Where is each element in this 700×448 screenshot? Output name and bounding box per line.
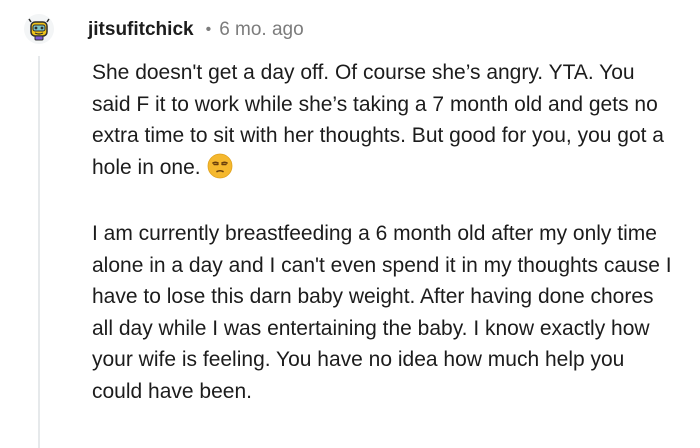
user-avatar[interactable]	[24, 14, 54, 44]
thread-collapse-line[interactable]	[38, 56, 40, 448]
comment-age: 6 mo. ago	[219, 19, 304, 40]
comment-body: She doesn't get a day off. Of course she…	[92, 57, 672, 407]
username-link[interactable]: jitsufitchick	[88, 19, 194, 41]
meta-separator: •	[205, 21, 212, 38]
comment: jitsufitchick • 6 mo. ago She doesn't ge…	[0, 0, 700, 448]
comment-paragraph-text: She doesn't get a day off. Of course she…	[92, 61, 664, 179]
snoo-avatar-icon	[28, 18, 50, 41]
unamused-face-icon	[207, 153, 233, 189]
comment-meta: jitsufitchick • 6 mo. ago	[88, 14, 304, 46]
comment-paragraph: I am currently breastfeeding a 6 month o…	[92, 222, 672, 403]
comment-paragraph: She doesn't get a day off. Of course she…	[92, 57, 672, 188]
